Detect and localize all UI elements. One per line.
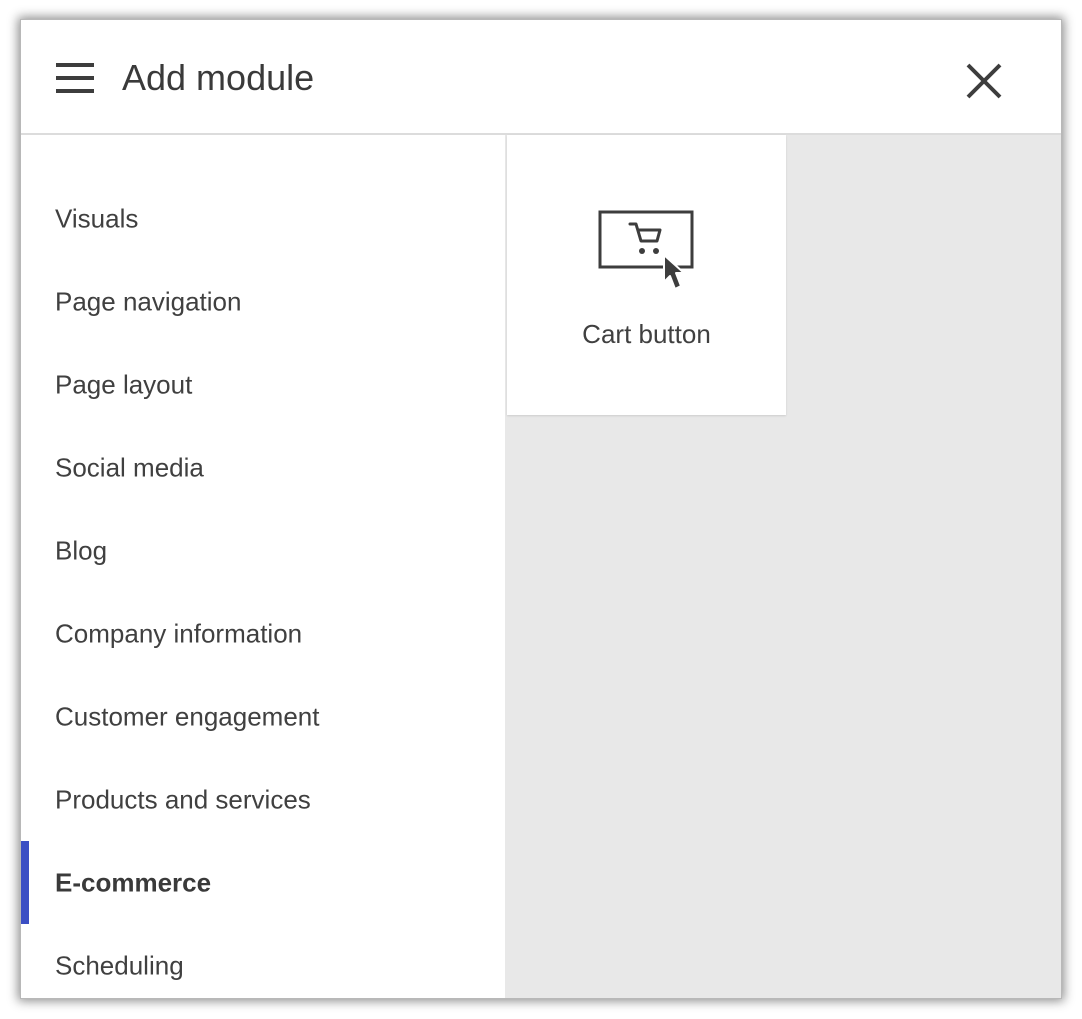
sidebar-item-label: Scheduling: [55, 950, 184, 980]
cart-button-icon: [598, 210, 694, 290]
sidebar-item-label: Blog: [55, 535, 108, 565]
module-gallery: Cart button: [505, 135, 1061, 998]
sidebar-item-label: Customer engagement: [55, 701, 320, 731]
sidebar-item-label: Products and services: [55, 784, 311, 814]
sidebar-item-customer-engagement[interactable]: Customer engagement: [21, 675, 505, 758]
close-icon-glyph: [966, 63, 1002, 99]
dialog-title: Add module: [122, 57, 315, 98]
active-indicator: [21, 841, 29, 924]
sidebar-item-blog[interactable]: Blog: [21, 509, 505, 592]
sidebar-item-label: Page layout: [55, 369, 193, 399]
sidebar-item-scheduling[interactable]: Scheduling: [21, 924, 505, 998]
sidebar-item-label: Social media: [55, 452, 204, 482]
close-icon[interactable]: [961, 58, 1007, 104]
sidebar-item-visuals[interactable]: Visuals: [21, 177, 505, 260]
sidebar-item-label: E-commerce: [55, 867, 212, 897]
hamburger-menu-icon[interactable]: [51, 58, 97, 98]
sidebar-item-social-media[interactable]: Social media: [21, 426, 505, 509]
menu-line: [56, 76, 94, 80]
sidebar-item-label: Page navigation: [55, 286, 242, 316]
menu-line: [56, 63, 94, 67]
sidebar-item-label: Visuals: [55, 203, 139, 233]
menu-line: [56, 89, 94, 93]
cart-button-module-card[interactable]: Cart button: [507, 135, 786, 415]
add-module-dialog: Add module Visuals Page navigation Page …: [21, 20, 1061, 998]
sidebar-item-products-and-services[interactable]: Products and services: [21, 758, 505, 841]
sidebar-item-page-navigation[interactable]: Page navigation: [21, 260, 505, 343]
sidebar-item-company-information[interactable]: Company information: [21, 592, 505, 675]
module-card-label: Cart button: [582, 319, 711, 349]
category-sidebar: Visuals Page navigation Page layout Soci…: [21, 135, 505, 998]
dialog-header: Add module: [21, 20, 1061, 135]
sidebar-item-e-commerce[interactable]: E-commerce: [21, 841, 505, 924]
sidebar-item-label: Company information: [55, 618, 303, 648]
sidebar-item-page-layout[interactable]: Page layout: [21, 343, 505, 426]
screenshot-frame: Add module Visuals Page navigation Page …: [0, 0, 1082, 1019]
